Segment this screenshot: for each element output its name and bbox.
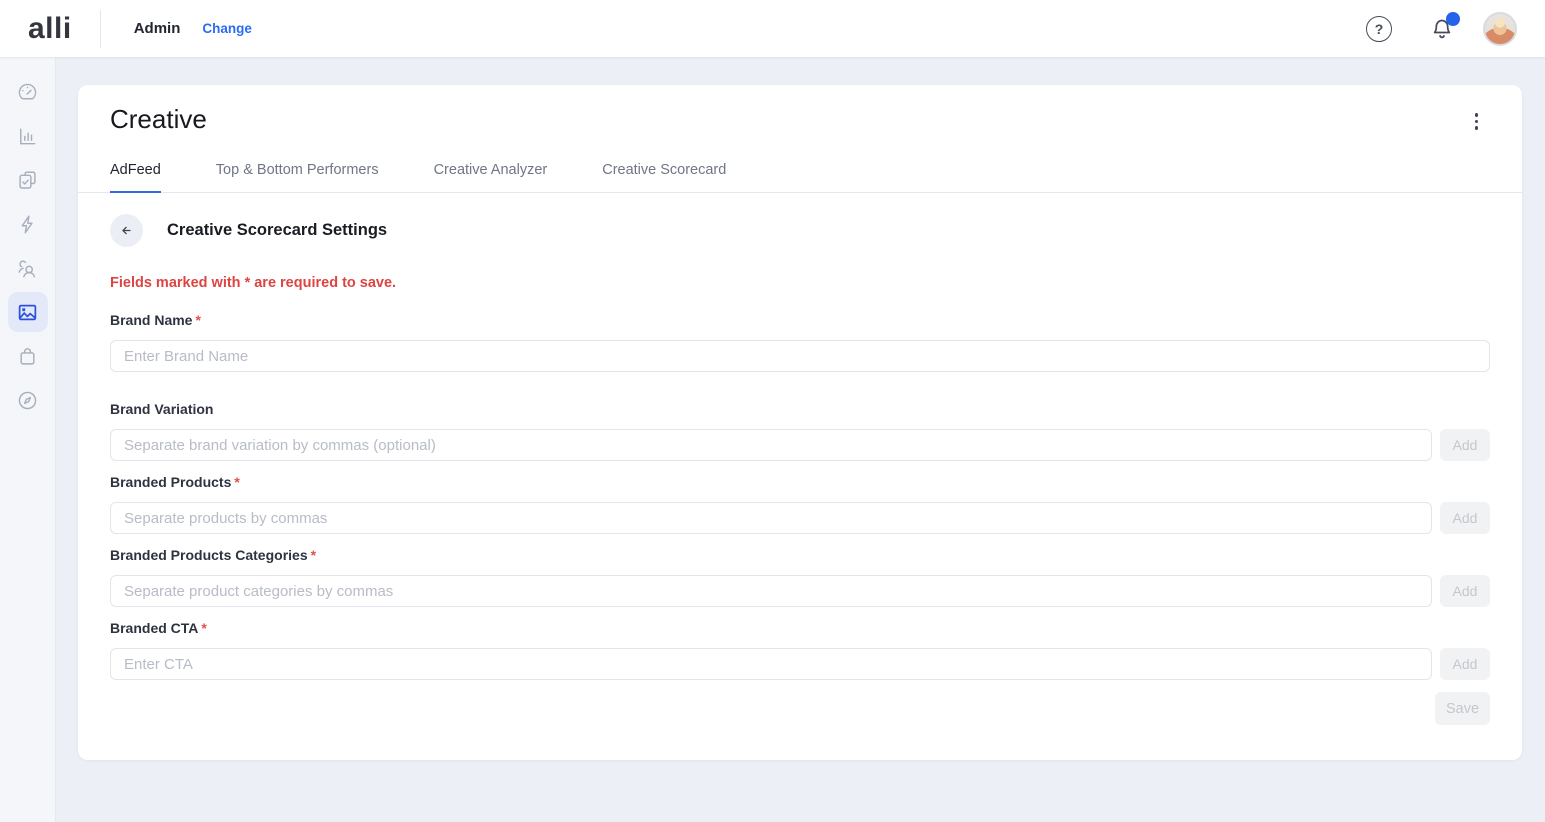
clipboard-check-icon bbox=[16, 169, 39, 192]
tab-top-bottom-performers[interactable]: Top & Bottom Performers bbox=[216, 162, 379, 193]
client-name: Admin bbox=[134, 20, 181, 37]
field-group-brand-variation: Brand Variation Add bbox=[110, 401, 1490, 461]
brand-variation-input[interactable] bbox=[110, 429, 1432, 461]
sidebar-nav bbox=[0, 57, 56, 822]
field-label: Brand Variation bbox=[110, 401, 1490, 417]
compass-icon bbox=[16, 389, 39, 412]
settings-title: Creative Scorecard Settings bbox=[167, 221, 387, 240]
lightning-icon bbox=[16, 213, 39, 236]
page-title: Creative bbox=[110, 103, 1490, 135]
sidebar-item-automation[interactable] bbox=[8, 204, 48, 244]
branded-products-categories-input[interactable] bbox=[110, 575, 1432, 607]
sidebar-item-audiences[interactable] bbox=[8, 248, 48, 288]
sidebar-item-shopping[interactable] bbox=[8, 336, 48, 376]
field-group-branded-products-categories: Branded Products Categories* Add bbox=[110, 547, 1490, 607]
tab-bar: AdFeed Top & Bottom Performers Creative … bbox=[78, 162, 1522, 193]
help-icon[interactable]: ? bbox=[1366, 16, 1392, 42]
tab-creative-scorecard[interactable]: Creative Scorecard bbox=[602, 162, 726, 193]
add-branded-cta-button[interactable]: Add bbox=[1440, 648, 1490, 680]
kebab-dot bbox=[1475, 126, 1479, 130]
app-header: alli Admin Change ? bbox=[0, 0, 1545, 57]
kebab-dot bbox=[1475, 120, 1479, 124]
required-fields-note: Fields marked with * are required to sav… bbox=[110, 275, 1490, 291]
required-asterisk: * bbox=[234, 474, 239, 490]
field-group-branded-products: Branded Products* Add bbox=[110, 474, 1490, 534]
branded-cta-input[interactable] bbox=[110, 648, 1432, 680]
field-group-brand-name: Brand Name* bbox=[110, 312, 1490, 372]
alli-logo[interactable]: alli bbox=[28, 12, 72, 46]
add-branded-products-button[interactable]: Add bbox=[1440, 502, 1490, 534]
sidebar-item-tasks[interactable] bbox=[8, 160, 48, 200]
users-icon bbox=[16, 257, 39, 280]
main-content: Creative AdFeed Top & Bottom Performers … bbox=[56, 57, 1545, 822]
image-icon bbox=[16, 301, 39, 324]
header-divider bbox=[100, 10, 101, 48]
sidebar-item-explore[interactable] bbox=[8, 380, 48, 420]
notification-dot bbox=[1446, 12, 1460, 26]
kebab-dot bbox=[1475, 113, 1479, 117]
field-label: Branded CTA* bbox=[110, 620, 1490, 636]
sidebar-item-dashboard[interactable] bbox=[8, 72, 48, 112]
required-asterisk: * bbox=[195, 312, 200, 328]
field-label: Brand Name* bbox=[110, 312, 1490, 328]
tab-creative-analyzer[interactable]: Creative Analyzer bbox=[434, 162, 548, 193]
shopping-bag-icon bbox=[16, 345, 39, 368]
bar-chart-icon bbox=[16, 125, 39, 148]
back-button[interactable] bbox=[110, 214, 143, 247]
field-group-branded-cta: Branded CTA* Add bbox=[110, 620, 1490, 680]
scorecard-settings-form: Brand Name* Brand Variation Add bbox=[110, 312, 1490, 725]
branded-products-input[interactable] bbox=[110, 502, 1432, 534]
add-branded-products-categories-button[interactable]: Add bbox=[1440, 575, 1490, 607]
field-label: Branded Products Categories* bbox=[110, 547, 1490, 563]
tab-adfeed[interactable]: AdFeed bbox=[110, 162, 161, 193]
notifications-button[interactable] bbox=[1429, 15, 1455, 43]
sidebar-item-creative[interactable] bbox=[8, 292, 48, 332]
required-asterisk: * bbox=[311, 547, 316, 563]
creative-card: Creative AdFeed Top & Bottom Performers … bbox=[78, 85, 1522, 760]
save-button[interactable]: Save bbox=[1435, 692, 1490, 725]
gauge-icon bbox=[16, 81, 39, 104]
add-brand-variation-button[interactable]: Add bbox=[1440, 429, 1490, 461]
more-options-button[interactable] bbox=[1471, 109, 1483, 134]
change-client-link[interactable]: Change bbox=[202, 21, 252, 36]
required-asterisk: * bbox=[201, 620, 206, 636]
field-label: Branded Products* bbox=[110, 474, 1490, 490]
sidebar-item-analytics[interactable] bbox=[8, 116, 48, 156]
arrow-left-icon bbox=[118, 222, 135, 239]
avatar[interactable] bbox=[1483, 12, 1517, 46]
brand-name-input[interactable] bbox=[110, 340, 1490, 372]
